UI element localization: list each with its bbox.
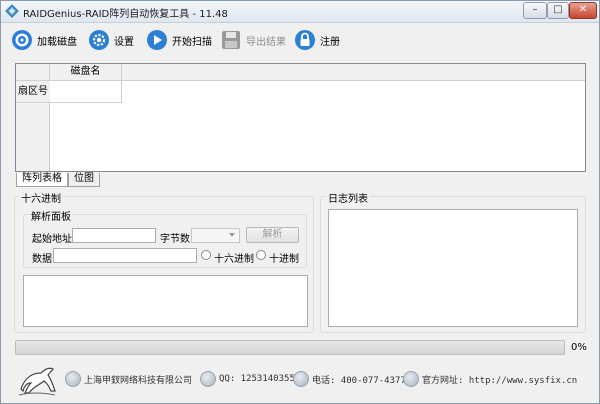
table-cell[interactable]: [50, 81, 122, 103]
parse-panel-title: 解析面板: [29, 208, 73, 223]
row-header-sector[interactable]: 扇区号: [16, 81, 50, 103]
tab-bitmap[interactable]: 位图: [68, 173, 100, 187]
radio-dec-label[interactable]: 十进制: [269, 250, 299, 265]
radio-dec[interactable]: [256, 250, 266, 260]
export-button[interactable]: 导出结果: [220, 26, 286, 54]
play-icon: [147, 30, 167, 50]
title-bar[interactable]: RAIDGenius-RAID阵列自动恢复工具 - 11.48 – □ ✕: [1, 1, 599, 23]
start-address-input[interactable]: [72, 228, 156, 243]
phone-number: 电话: 400-077-4377: [312, 375, 406, 386]
hex-panel-title: 十六进制: [19, 190, 63, 205]
company-name: 上海甲釵网络科技有限公司: [84, 375, 193, 386]
chevron-down-icon: [229, 233, 235, 237]
maximize-button[interactable]: □: [547, 2, 569, 19]
table-corner: [16, 64, 50, 81]
footer-phone: 电话: 400-077-4377: [293, 371, 406, 387]
qq-number: QQ: 1253140355: [219, 374, 295, 384]
data-input[interactable]: [53, 248, 197, 263]
website-url[interactable]: 官方网址: http://www.sysfix.cn: [422, 373, 577, 386]
app-logo-icon: [5, 4, 19, 18]
horse-logo-icon: [18, 367, 56, 396]
settings-label: 设置: [114, 36, 134, 48]
array-table[interactable]: 磁盘名 扇区号: [15, 63, 586, 172]
toolbar: 加载磁盘 设置 开始扫描 导出结果 注册: [1, 23, 599, 57]
building-icon: [65, 371, 81, 387]
lock-icon: [295, 30, 315, 50]
hex-output-area[interactable]: [23, 275, 308, 327]
tab-array-table[interactable]: 阵列表格: [16, 173, 68, 187]
byte-count-select[interactable]: [191, 228, 240, 243]
phone-icon: [293, 371, 309, 387]
register-button[interactable]: 注册: [294, 26, 340, 54]
log-panel-title: 日志列表: [326, 190, 370, 205]
progress-bar: [15, 340, 565, 355]
log-list[interactable]: [328, 209, 578, 327]
data-label: 数据: [32, 254, 52, 265]
header-strip: [122, 64, 585, 81]
window-title: RAIDGenius-RAID阵列自动恢复工具 - 11.48: [23, 9, 228, 20]
start-scan-label: 开始扫描: [172, 36, 212, 48]
save-disk-icon: [222, 31, 240, 49]
footer: 上海甲釵网络科技有限公司 QQ: 1253140355 电话: 400-077-…: [1, 357, 599, 403]
radio-hex[interactable]: [201, 250, 211, 260]
gear-icon: [89, 30, 109, 50]
globe-icon: [403, 371, 419, 387]
column-header-disk-name[interactable]: 磁盘名: [50, 64, 122, 81]
load-disk-button[interactable]: 加载磁盘: [11, 26, 77, 54]
close-button[interactable]: ✕: [569, 2, 597, 19]
radio-hex-label[interactable]: 十六进制: [214, 250, 254, 265]
byte-count-label: 字节数: [160, 234, 190, 245]
minimize-button[interactable]: –: [523, 2, 547, 19]
parse-button[interactable]: 解析: [246, 227, 299, 243]
progress-percent: 0%: [571, 342, 587, 353]
export-label: 导出结果: [246, 36, 286, 48]
load-disk-label: 加载磁盘: [37, 36, 77, 48]
start-address-label: 起始地址: [32, 234, 72, 245]
footer-website[interactable]: 官方网址: http://www.sysfix.cn: [403, 371, 577, 387]
qq-icon: [200, 371, 216, 387]
footer-company: 上海甲釵网络科技有限公司: [65, 371, 192, 387]
footer-qq: QQ: 1253140355: [200, 371, 295, 387]
start-scan-button[interactable]: 开始扫描: [146, 26, 212, 54]
app-window: RAIDGenius-RAID阵列自动恢复工具 - 11.48 – □ ✕ 加载…: [0, 0, 600, 404]
register-label: 注册: [320, 36, 340, 48]
settings-button[interactable]: 设置: [88, 26, 134, 54]
disk-load-icon: [12, 30, 32, 50]
